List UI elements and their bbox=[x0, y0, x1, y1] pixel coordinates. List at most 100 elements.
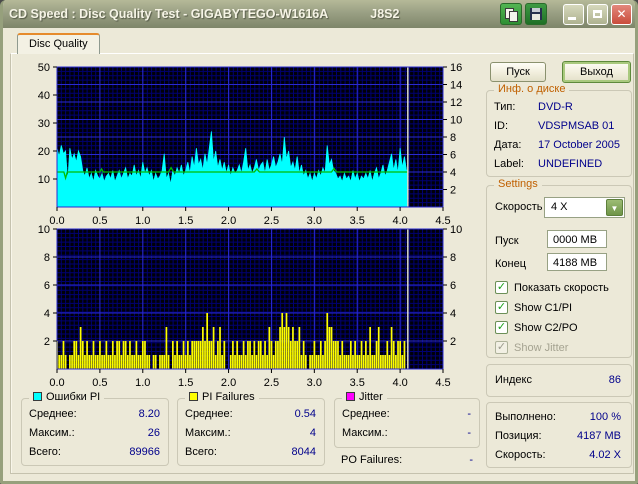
maximize-button[interactable] bbox=[587, 4, 608, 25]
title-bar[interactable]: CD Speed : Disc Quality Test - GIGABYTEG… bbox=[0, 0, 638, 28]
settings-box: Settings Скорость 4 X ▼ Пуск Конец ✓ Пок… bbox=[486, 185, 632, 358]
floppy-shape bbox=[530, 8, 542, 20]
disc-info-title: Инф. о диске bbox=[494, 83, 569, 95]
pi-errors-chart: 10203040502468101214160.00.51.01.52.02.5… bbox=[15, 60, 483, 224]
page-shape bbox=[509, 11, 518, 22]
po-failures-row: PO Failures: - bbox=[341, 454, 473, 466]
progress-row: Скорость:4.02 X bbox=[495, 449, 621, 461]
stat-row: Всего:89966 bbox=[29, 446, 160, 458]
svg-text:10: 10 bbox=[450, 224, 462, 236]
jitter-stats-box: Jitter Среднее:- Максим.:- bbox=[334, 398, 480, 448]
speed-value: 4 X bbox=[551, 201, 568, 213]
check-icon: ✓ bbox=[495, 341, 508, 354]
svg-text:8: 8 bbox=[450, 132, 456, 144]
checkbox-label: Show C1/PI bbox=[514, 302, 572, 314]
start-button[interactable]: Пуск bbox=[490, 62, 546, 82]
check-icon: ✓ bbox=[495, 281, 508, 294]
jitter-stats-title: Jitter bbox=[359, 391, 383, 403]
svg-text:0.5: 0.5 bbox=[92, 377, 107, 386]
stat-row: Максим.:26 bbox=[29, 427, 160, 439]
speed-select[interactable]: 4 X ▼ bbox=[544, 197, 625, 218]
svg-text:10: 10 bbox=[38, 224, 50, 236]
svg-text:2.0: 2.0 bbox=[221, 377, 236, 386]
svg-text:2.5: 2.5 bbox=[264, 377, 279, 386]
chevron-down-icon[interactable]: ▼ bbox=[606, 199, 623, 216]
svg-text:8: 8 bbox=[450, 252, 456, 264]
pi-errors-legend-chip bbox=[33, 392, 42, 401]
checkbox-show-c2po[interactable]: ✓ Show C2/PO bbox=[495, 321, 578, 334]
copy-icon[interactable] bbox=[500, 3, 522, 25]
checkbox-show-speed[interactable]: ✓ Показать скорость bbox=[495, 281, 609, 294]
svg-text:1.0: 1.0 bbox=[135, 377, 150, 386]
tab-disc-quality[interactable]: Disc Quality bbox=[17, 33, 100, 54]
svg-text:6: 6 bbox=[44, 280, 50, 292]
disc-info-box: Инф. о диске Тип:DVD-R ID:VDSPMSAB 01 Да… bbox=[486, 90, 632, 177]
maximize-icon bbox=[593, 10, 602, 18]
svg-text:0.0: 0.0 bbox=[49, 377, 64, 386]
svg-text:12: 12 bbox=[450, 97, 462, 109]
minimize-button[interactable] bbox=[563, 4, 584, 25]
svg-text:4: 4 bbox=[450, 167, 456, 179]
svg-text:2: 2 bbox=[44, 336, 50, 348]
svg-text:14: 14 bbox=[450, 80, 462, 92]
disc-info-row: Label:UNDEFINED bbox=[494, 158, 623, 170]
stat-row: Среднее:- bbox=[342, 408, 471, 420]
disc-info-row: ID:VDSPMSAB 01 bbox=[494, 120, 623, 132]
pi-failures-stats-title: PI Failures bbox=[202, 391, 255, 403]
svg-text:10: 10 bbox=[450, 115, 462, 127]
svg-text:8: 8 bbox=[44, 252, 50, 264]
close-button[interactable]: ✕ bbox=[611, 4, 632, 25]
save-icon[interactable] bbox=[525, 3, 547, 25]
checkbox-label: Показать скорость bbox=[514, 282, 609, 294]
speed-label: Скорость bbox=[495, 201, 543, 213]
checkbox-show-c1pi[interactable]: ✓ Show C1/PI bbox=[495, 301, 572, 314]
check-icon: ✓ bbox=[495, 301, 508, 314]
svg-text:4.5: 4.5 bbox=[435, 377, 450, 386]
svg-text:16: 16 bbox=[450, 62, 462, 74]
stat-row: Максим.:- bbox=[342, 427, 471, 439]
start-mb-label: Пуск bbox=[495, 235, 519, 247]
end-mb-label: Конец bbox=[495, 258, 526, 270]
svg-text:1.5: 1.5 bbox=[178, 377, 193, 386]
svg-text:4: 4 bbox=[44, 308, 50, 320]
po-failures-label: PO Failures: bbox=[341, 454, 402, 466]
stat-row: Максим.:4 bbox=[185, 427, 316, 439]
minimize-icon bbox=[568, 17, 576, 20]
end-mb-field[interactable] bbox=[547, 253, 607, 271]
checkbox-label: Show C2/PO bbox=[514, 322, 578, 334]
disc-info-row: Дата:17 October 2005 bbox=[494, 139, 623, 151]
check-icon: ✓ bbox=[495, 321, 508, 334]
svg-text:6: 6 bbox=[450, 280, 456, 292]
checkbox-label: Show Jitter bbox=[514, 342, 568, 354]
stat-row: Среднее:0.54 bbox=[185, 408, 316, 420]
svg-text:3.0: 3.0 bbox=[307, 377, 322, 386]
jitter-legend-chip bbox=[346, 392, 355, 401]
progress-box: Выполнено:100 % Позиция:4187 MB Скорость… bbox=[486, 402, 632, 468]
svg-text:3.5: 3.5 bbox=[350, 377, 365, 386]
window-title: CD Speed : Disc Quality Test - GIGABYTEG… bbox=[9, 7, 328, 21]
exit-button[interactable]: Выход bbox=[562, 61, 631, 83]
index-box: Индекс 86 bbox=[486, 364, 632, 397]
pi-errors-stats-title: Ошибки PI bbox=[46, 391, 100, 403]
checkbox-show-jitter: ✓ Show Jitter bbox=[495, 341, 568, 354]
index-label: Индекс bbox=[495, 374, 532, 386]
svg-text:2: 2 bbox=[450, 185, 456, 197]
svg-text:30: 30 bbox=[38, 118, 50, 130]
svg-text:50: 50 bbox=[38, 62, 50, 74]
svg-text:40: 40 bbox=[38, 90, 50, 102]
svg-text:2: 2 bbox=[450, 336, 456, 348]
window-title-extra: J8S2 bbox=[370, 7, 399, 21]
svg-text:10: 10 bbox=[38, 174, 50, 186]
progress-row: Выполнено:100 % bbox=[495, 411, 621, 423]
settings-title: Settings bbox=[494, 178, 542, 190]
app-window: CD Speed : Disc Quality Test - GIGABYTEG… bbox=[0, 0, 638, 484]
close-icon: ✕ bbox=[616, 7, 626, 21]
po-failures-value: - bbox=[469, 454, 473, 466]
pi-failures-legend-chip bbox=[189, 392, 198, 401]
stat-row: Среднее:8.20 bbox=[29, 408, 160, 420]
svg-text:4: 4 bbox=[450, 308, 456, 320]
pi-errors-stats-box: Ошибки PI Среднее:8.20 Максим.:26 Всего:… bbox=[21, 398, 169, 466]
pi-failures-chart: 2468102468100.00.51.01.52.02.53.03.54.04… bbox=[15, 222, 483, 386]
progress-row: Позиция:4187 MB bbox=[495, 430, 621, 442]
start-mb-field[interactable] bbox=[547, 230, 607, 248]
